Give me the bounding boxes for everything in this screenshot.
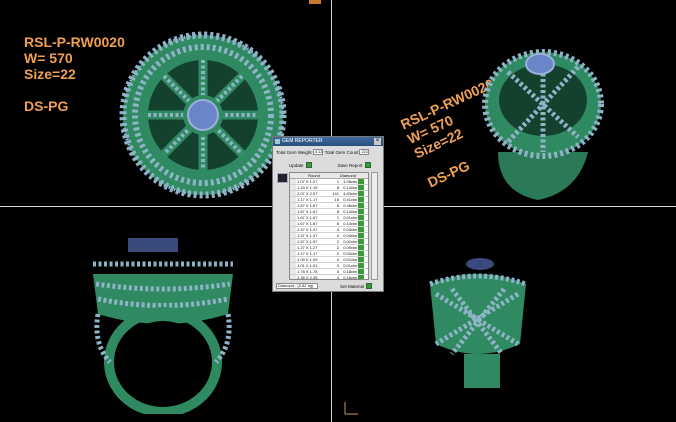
gem-size: 1.37 X 1.37 [297, 233, 318, 238]
gem-weight: 4.83ctw [343, 191, 357, 196]
gem-thumbnail[interactable] [277, 173, 288, 183]
total-weight-field: 4.12 [312, 149, 323, 155]
gem-count: 1 [336, 179, 339, 184]
gem-count: 4 [336, 233, 339, 238]
gem-size: 1.67 X 1.67 [297, 221, 318, 226]
total-weight-label: Total Gem Weight [276, 149, 312, 155]
row-action-button[interactable] [358, 179, 364, 184]
gem-weight: 0.03ctw [343, 227, 357, 232]
row-action-button[interactable] [358, 197, 364, 202]
gem-size: 1.47 X 1.47 [297, 227, 318, 232]
row-action-button[interactable] [358, 227, 364, 232]
gem-icon [275, 139, 280, 144]
row-action-button[interactable] [358, 269, 364, 274]
row-action-button[interactable] [358, 239, 364, 244]
gem-weight: 0.14ctw [343, 221, 357, 226]
update-label: Update [289, 162, 304, 168]
row-action-button[interactable] [358, 221, 364, 226]
total-count-label: Total Gem Count [324, 149, 359, 155]
viewport-marker [309, 0, 321, 4]
ring-perspective-view[interactable] [478, 42, 608, 202]
gem-count: 4 [336, 257, 339, 262]
gem-weight: 0.09ctw [343, 245, 357, 250]
gem-count: 4 [336, 227, 339, 232]
column-header-round: Round [308, 173, 320, 178]
row-action-button[interactable] [358, 245, 364, 250]
save-report-button[interactable] [364, 162, 371, 168]
gem-weight: 0.14ctw [343, 185, 357, 190]
column-header-diamond: Diamond [339, 173, 356, 178]
gem-size: 1.78 X 1.78 [297, 269, 318, 274]
gem-reporter-dialog: GEM REPORTER × Total Gem Weight 4.12 Tot… [272, 136, 384, 292]
gem-table: Round Diamond 1.07 X 1.07 1 1.08ctw 1.15 X … [289, 172, 369, 280]
update-button[interactable] [305, 162, 312, 168]
gem-count: 141 [332, 191, 339, 196]
gem-size: 1.67 X 1.67 [297, 203, 318, 208]
row-action-button[interactable] [358, 203, 364, 208]
set-material-label: Set Material [340, 283, 365, 289]
gem-weight: 0.41ctw [343, 197, 357, 202]
row-action-button[interactable] [358, 209, 364, 214]
gem-count: 2 [336, 239, 339, 244]
gem-count: 1 [336, 215, 339, 220]
gem-size: 1.17 X 1.17 [297, 251, 318, 256]
gem-size: 1.15 X 1.15 [297, 185, 318, 190]
gem-size: 1.09 X 1.09 [297, 257, 318, 262]
table-scrollbar[interactable] [371, 172, 378, 280]
gem-count: 5 [336, 269, 339, 274]
gem-size: 2.07 X 2.07 [297, 191, 318, 196]
ring-top-view[interactable] [118, 30, 288, 200]
gem-size: 1.67 X 1.67 [297, 209, 318, 214]
row-action-button[interactable] [358, 263, 364, 268]
gem-count: 16 [334, 197, 339, 202]
gem-count: 2 [336, 251, 339, 256]
gem-weight: 0.02ctw [343, 239, 357, 244]
total-count-field: 221 [359, 149, 370, 155]
table-row[interactable]: 2.35 X 2.35 4 0.16ctw [290, 275, 368, 280]
row-action-button[interactable] [358, 185, 364, 190]
dialog-title-bar[interactable]: GEM REPORTER × [273, 137, 383, 146]
save-report-label: Save Report [337, 162, 363, 168]
gem-weight: 0.01ctw [343, 257, 357, 262]
gem-count: 8 [336, 221, 339, 226]
row-action-button[interactable] [358, 275, 364, 279]
gem-weight: 0.18ctw [343, 269, 357, 274]
row-action-button[interactable] [358, 233, 364, 238]
row-action-button[interactable] [358, 215, 364, 220]
gem-weight: 0.48ctw [343, 203, 357, 208]
row-action-button[interactable] [358, 257, 364, 262]
gem-size: 1.27 X 1.27 [297, 245, 318, 250]
gem-size: 1.57 X 1.57 [297, 239, 318, 244]
row-action-button[interactable] [358, 191, 364, 196]
row-action-button[interactable] [358, 251, 364, 256]
gem-weight: 0.01ctw [343, 263, 357, 268]
close-icon[interactable]: × [374, 138, 381, 145]
gem-weight: 0.04ctw [343, 233, 357, 238]
material-select[interactable]: Diamond : (3.52 sg) [276, 283, 318, 289]
set-material-button[interactable] [366, 283, 373, 289]
gem-count: 2 [336, 245, 339, 250]
gem-size: 1.67 X 1.67 [297, 215, 318, 220]
gem-size: 1.01 X 1.01 [297, 263, 318, 268]
dialog-title: GEM REPORTER [282, 138, 323, 144]
gem-weight: 0.14ctw [343, 209, 357, 214]
ring-front-view[interactable] [88, 234, 238, 414]
viewport-label-top-left: RSL-P-RW0020 W= 570 Size=22 DS-PG [24, 34, 125, 114]
gem-size: 1.17 X 1.17 [297, 197, 318, 202]
gem-count: 4 [336, 275, 339, 280]
gem-count: 4 [336, 263, 339, 268]
gem-count: 8 [336, 209, 339, 214]
gem-size: 2.35 X 2.35 [297, 275, 318, 280]
gem-weight: 0.00ctw [343, 251, 357, 256]
ring-side-view[interactable] [422, 254, 534, 390]
gem-weight: 0.16ctw [343, 275, 357, 280]
gem-weight: 0.01ctw [343, 215, 357, 220]
gem-weight: 1.08ctw [343, 179, 357, 184]
gem-count: 8 [336, 185, 339, 190]
gem-count: 8 [336, 203, 339, 208]
gem-size: 1.07 X 1.07 [297, 179, 318, 184]
axis-triad-icon [344, 402, 358, 415]
